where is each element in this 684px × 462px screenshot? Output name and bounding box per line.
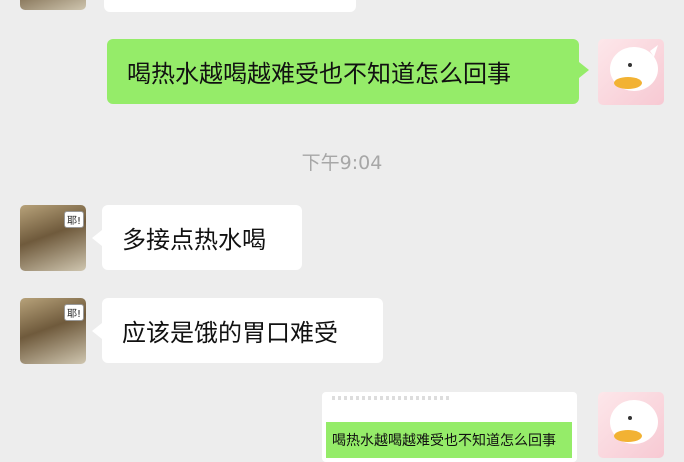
message-bubble-received-partial[interactable] xyxy=(104,0,356,12)
bubble-tail xyxy=(92,323,102,339)
message-bubble-sent[interactable]: 喝热水越喝越难受也不知道怎么回事 xyxy=(107,39,579,104)
contact-avatar[interactable]: 耶! xyxy=(20,298,86,364)
sticker-label: 耶! xyxy=(64,211,85,228)
bubble-tail xyxy=(92,230,102,246)
image-content: 喝热水越喝越难受也不知道怎么回事 xyxy=(326,422,572,458)
duck-avatar-icon xyxy=(610,400,658,444)
image-message[interactable]: 喝热水越喝越难受也不知道怎么回事 xyxy=(322,392,577,462)
timestamp: 下午9:04 xyxy=(301,152,383,174)
contact-avatar[interactable] xyxy=(20,0,86,10)
user-avatar[interactable] xyxy=(598,392,664,458)
user-avatar[interactable] xyxy=(598,39,664,105)
bubble-tail xyxy=(579,62,589,78)
image-noise xyxy=(332,396,452,400)
duck-avatar-icon xyxy=(610,45,658,91)
sticker-label: 耶! xyxy=(64,304,85,321)
message-bubble-received[interactable]: 应该是饿的胃口难受 xyxy=(102,298,383,363)
message-text: 喝热水越喝越难受也不知道怎么回事 xyxy=(127,60,511,88)
contact-avatar[interactable]: 耶! xyxy=(20,205,86,271)
image-text: 喝热水越喝越难受也不知道怎么回事 xyxy=(332,433,556,449)
message-text: 多接点热水喝 xyxy=(122,226,266,254)
message-bubble-received[interactable]: 多接点热水喝 xyxy=(102,205,302,270)
message-text: 应该是饿的胃口难受 xyxy=(122,319,338,347)
